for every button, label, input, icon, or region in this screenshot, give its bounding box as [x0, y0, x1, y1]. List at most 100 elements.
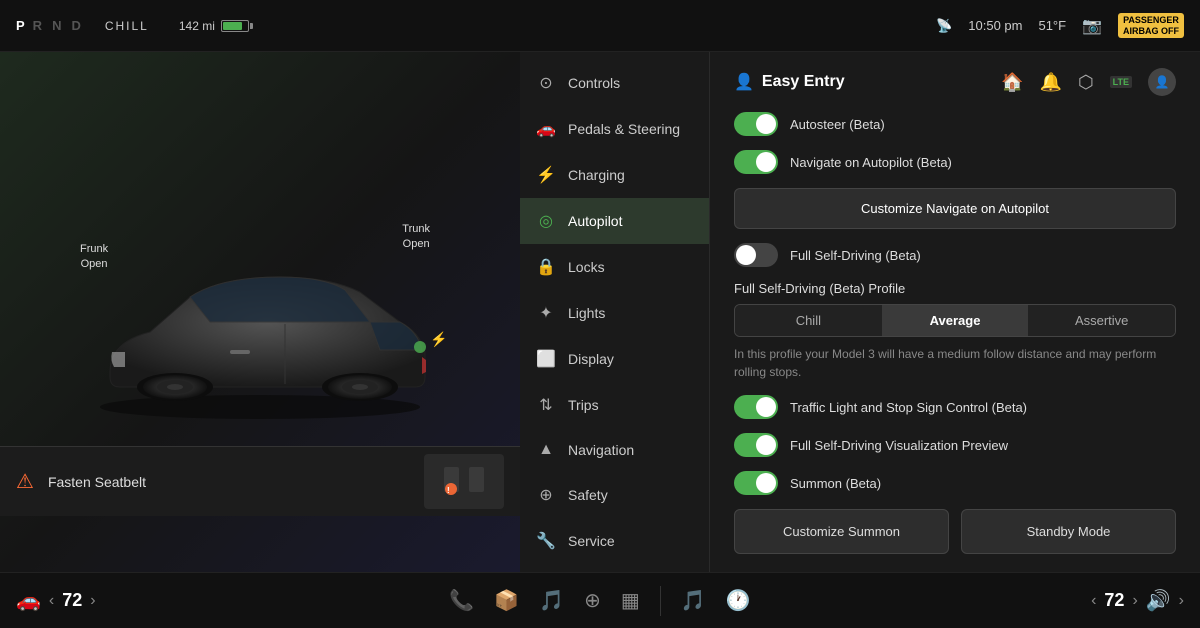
navigation-label: Navigation — [568, 442, 634, 458]
seat-preview: ! — [424, 454, 504, 509]
trips-icon: ⇅ — [536, 395, 556, 415]
charging-label: Charging — [568, 167, 625, 183]
service-icon: 🔧 — [536, 531, 556, 551]
navigate-autopilot-toggle[interactable] — [734, 150, 778, 174]
display-label: Display — [568, 351, 614, 367]
taskbar-left: 🚗 ‹ 72 › — [16, 588, 216, 613]
summon-row: Summon (Beta) — [734, 471, 1176, 495]
status-icon-car: 📡 — [936, 18, 952, 34]
nav-item-autopilot[interactable]: ◎ Autopilot — [520, 198, 709, 244]
traffic-light-toggle[interactable] — [734, 395, 778, 419]
controls-label: Controls — [568, 75, 620, 91]
nav-item-service[interactable]: 🔧 Service — [520, 518, 709, 564]
grid-icon[interactable]: ▦ — [621, 588, 640, 613]
autopilot-label: Autopilot — [568, 213, 622, 229]
battery-icon — [221, 20, 249, 32]
taskbar-divider — [660, 586, 661, 616]
taskbar: 🚗 ‹ 72 › 📞 📦 🎵 ⊕ ▦ 🎵 🕐 ‹ 72 › 🔊 › — [0, 572, 1200, 628]
navigate-autopilot-label: Navigate on Autopilot (Beta) — [790, 155, 1176, 170]
nav-item-pedals[interactable]: 🚗 Pedals & Steering — [520, 106, 709, 152]
fsd-row: Full Self-Driving (Beta) — [734, 243, 1176, 267]
left-temp-up-arrow[interactable]: › — [90, 592, 95, 610]
frunk-label: FrunkOpen — [80, 242, 108, 273]
nav-item-software[interactable]: ⬇ Software — [520, 564, 709, 572]
chill-badge: CHILL — [105, 19, 149, 33]
right-temp-value: 72 — [1104, 590, 1124, 611]
customize-navigate-button[interactable]: Customize Navigate on Autopilot — [734, 188, 1176, 229]
locks-label: Locks — [568, 259, 605, 275]
car-container: FrunkOpen TrunkOpen — [70, 212, 450, 432]
nav-item-trips[interactable]: ⇅ Trips — [520, 382, 709, 428]
profile-section: Full Self-Driving (Beta) Profile Chill A… — [734, 281, 1176, 381]
lights-icon: ✦ — [536, 303, 556, 323]
clock-icon[interactable]: 🕐 — [726, 588, 751, 613]
profile-tab-assertive[interactable]: Assertive — [1028, 305, 1175, 336]
nav-item-display[interactable]: ⬜ Display — [520, 336, 709, 382]
spotify-icon[interactable]: 🎵 — [681, 588, 706, 613]
bluetooth-icon[interactable]: ⬡ — [1078, 72, 1094, 93]
profile-tab-average[interactable]: Average — [882, 305, 1029, 336]
pedals-label: Pedals & Steering — [568, 121, 680, 137]
nav-item-controls[interactable]: ⊙ Controls — [520, 60, 709, 106]
bell-icon[interactable]: 🔔 — [1040, 72, 1062, 93]
fsd-toggle[interactable] — [734, 243, 778, 267]
car-visualization-panel: FrunkOpen TrunkOpen — [0, 52, 520, 572]
nav-item-lights[interactable]: ✦ Lights — [520, 290, 709, 336]
autosteer-toggle[interactable] — [734, 112, 778, 136]
nav-item-safety[interactable]: ⊕ Safety — [520, 472, 709, 518]
nav-item-navigation[interactable]: ▲ Navigation — [520, 428, 709, 472]
phone-icon[interactable]: 📞 — [449, 588, 474, 613]
left-temp-down-arrow[interactable]: ‹ — [49, 592, 54, 610]
range-badge: 142 mi — [179, 19, 249, 33]
content-title: 👤 Easy Entry — [734, 72, 845, 92]
profile-section-label: Full Self-Driving (Beta) Profile — [734, 281, 1176, 296]
fsd-visualization-row: Full Self-Driving Visualization Preview — [734, 433, 1176, 457]
trunk-label: TrunkOpen — [402, 222, 430, 253]
right-temp-down-arrow[interactable]: ‹ — [1091, 592, 1096, 610]
nav-item-charging[interactable]: ⚡ Charging — [520, 152, 709, 198]
left-temp-value: 72 — [62, 590, 82, 611]
autopilot-icon: ◎ — [536, 211, 556, 231]
safety-icon: ⊕ — [536, 485, 556, 505]
customize-summon-button[interactable]: Customize Summon — [734, 509, 949, 554]
locks-icon: 🔒 — [536, 257, 556, 277]
autosteer-row: Autosteer (Beta) — [734, 112, 1176, 136]
service-label: Service — [568, 533, 615, 549]
right-temp-display: 72 — [1104, 590, 1124, 611]
car-svg: ⚡ — [70, 212, 450, 432]
status-bar: P R N D CHILL 142 mi 📡 10:50 pm 51°F 📷 P… — [0, 0, 1200, 52]
nav-panel: ⊙ Controls 🚗 Pedals & Steering ⚡ Chargin… — [520, 52, 710, 572]
svg-text:!: ! — [447, 486, 450, 495]
navigation-icon: ▲ — [536, 441, 556, 459]
nav-item-locks[interactable]: 🔒 Locks — [520, 244, 709, 290]
fsd-visualization-toggle[interactable] — [734, 433, 778, 457]
summon-label: Summon (Beta) — [790, 476, 1176, 491]
person-icon: 👤 — [734, 72, 754, 92]
gear-indicator[interactable]: P R N D — [16, 18, 85, 33]
camera-icon[interactable]: 📷 — [1082, 16, 1102, 36]
standby-mode-button[interactable]: Standby Mode — [961, 509, 1176, 554]
volume-icon[interactable]: 🔊 — [1146, 588, 1171, 613]
profile-description: In this profile your Model 3 will have a… — [734, 345, 1176, 381]
bottom-actions: Customize Summon Standby Mode — [734, 509, 1176, 554]
summon-toggle[interactable] — [734, 471, 778, 495]
car-home-icon[interactable]: 🚗 — [16, 588, 41, 613]
fsd-visualization-label: Full Self-Driving Visualization Preview — [790, 438, 1176, 453]
profile-tab-chill[interactable]: Chill — [735, 305, 882, 336]
lte-badge: LTE — [1110, 76, 1132, 88]
content-header: 👤 Easy Entry 🏠 🔔 ⬡ LTE 👤 — [734, 68, 1176, 96]
app-icon[interactable]: 📦 — [494, 588, 519, 613]
volume-up-arrow[interactable]: › — [1179, 592, 1184, 610]
apps-icon[interactable]: ⊕ — [584, 588, 601, 613]
passenger-airbag-badge: PASSENGERAIRBAG OFF — [1118, 13, 1184, 39]
trips-label: Trips — [568, 397, 599, 413]
media-icon[interactable]: 🎵 — [539, 588, 564, 613]
display-icon: ⬜ — [536, 349, 556, 369]
safety-label: Safety — [568, 487, 608, 503]
lights-label: Lights — [568, 305, 605, 321]
avatar[interactable]: 👤 — [1148, 68, 1176, 96]
pedals-icon: 🚗 — [536, 119, 556, 139]
home-icon[interactable]: 🏠 — [1001, 72, 1023, 93]
right-temp-up-arrow[interactable]: › — [1132, 592, 1137, 610]
gear-p[interactable]: P — [16, 18, 27, 33]
